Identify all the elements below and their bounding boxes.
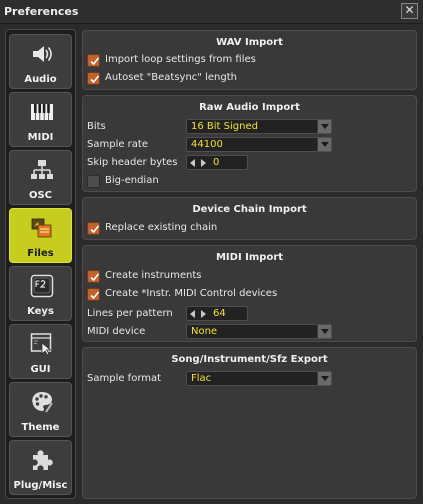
title-bar: Preferences ✕ (0, 0, 423, 24)
window-cursor-icon (30, 333, 52, 356)
sidebar-item-files[interactable]: Files (9, 208, 72, 263)
export-panel: Song/Instrument/Sfz Export Sample format… (82, 347, 417, 499)
chevron-down-icon (321, 142, 329, 147)
panel-title: WAV Import (216, 37, 283, 48)
checkmark-icon (90, 57, 100, 66)
midi-import-panel: MIDI Import Create instruments Create *I… (82, 245, 417, 342)
skip-header-label: Skip header bytes (87, 157, 178, 168)
dropdown-arrow[interactable] (317, 138, 331, 151)
device-chain-import-panel: Device Chain Import Replace existing cha… (82, 197, 417, 240)
big-endian-checkbox[interactable] (87, 175, 100, 188)
sidebar-item-label: Plug/Misc (13, 480, 68, 491)
dropdown-arrow[interactable] (317, 325, 331, 338)
chevron-down-icon (321, 124, 329, 129)
chevron-down-icon (321, 329, 329, 334)
sample-rate-dropdown[interactable]: 44100 (186, 137, 332, 152)
dropdown-value: 44100 (191, 139, 223, 150)
checkmark-icon (90, 75, 100, 84)
checkbox-label: Create *Instr. MIDI Control devices (105, 288, 278, 299)
checkmark-icon (90, 291, 100, 300)
checkbox-label: Autoset "Beatsync" length (105, 72, 237, 83)
panel-title: MIDI Import (215, 252, 284, 263)
sidebar-item-plug-misc[interactable]: Plug/Misc (9, 440, 72, 495)
dropdown-value: None (191, 326, 218, 337)
sidebar-item-osc[interactable]: OSC (9, 150, 72, 205)
panel-title: Song/Instrument/Sfz Export (171, 354, 328, 365)
sidebar-item-label: Theme (21, 422, 60, 433)
sidebar-item-audio[interactable]: Audio (9, 34, 72, 89)
puzzle-icon (33, 450, 53, 470)
decrement-increment-icon[interactable] (190, 310, 206, 318)
checkbox-label: Import loop settings from files (105, 54, 256, 65)
checkmark-icon (90, 273, 100, 282)
dropdown-arrow[interactable] (317, 372, 331, 385)
sidebar-item-label: GUI (30, 364, 51, 375)
dropdown-value: Flac (191, 373, 212, 384)
sample-format-dropdown[interactable]: Flac (186, 371, 332, 386)
window-title: Preferences (4, 5, 79, 18)
f2-key-icon (30, 274, 54, 298)
spinner-value: 64 (213, 308, 226, 319)
lines-per-pattern-label: Lines per pattern (87, 308, 173, 319)
sidebar-item-label: OSC (28, 190, 53, 201)
network-tree-icon (31, 160, 53, 179)
sidebar-item-theme[interactable]: Theme (9, 382, 72, 437)
sidebar-item-label: Keys (27, 306, 54, 317)
category-sidebar: Audio MIDI OSC Files Keys GUI Theme Plug… (5, 29, 76, 499)
sidebar-item-gui[interactable]: GUI (9, 324, 72, 379)
bits-label: Bits (87, 121, 106, 132)
checkbox-label: Replace existing chain (105, 222, 218, 233)
sidebar-item-keys[interactable]: Keys (9, 266, 72, 321)
sample-format-label: Sample format (87, 373, 162, 384)
create-instr-midi-checkbox[interactable] (87, 288, 100, 301)
chevron-down-icon (321, 376, 329, 381)
midi-device-dropdown[interactable]: None (186, 324, 332, 339)
panel-title: Device Chain Import (192, 204, 307, 215)
bits-dropdown[interactable]: 16 Bit Signed (186, 119, 332, 134)
close-button[interactable]: ✕ (401, 3, 418, 19)
import-loop-settings-checkbox[interactable] (87, 54, 100, 67)
sidebar-item-label: Files (27, 248, 54, 259)
sample-rate-label: Sample rate (87, 139, 148, 150)
sidebar-item-midi[interactable]: MIDI (9, 92, 72, 147)
dropdown-arrow[interactable] (317, 120, 331, 133)
raw-audio-import-panel: Raw Audio Import Bits 16 Bit Signed Samp… (82, 95, 417, 192)
piano-keys-icon (31, 104, 53, 120)
sidebar-item-label: Audio (24, 74, 57, 85)
decrement-increment-icon[interactable] (190, 159, 206, 167)
panel-title: Raw Audio Import (199, 102, 300, 113)
wav-import-panel: WAV Import Import loop settings from fil… (82, 30, 417, 90)
dropdown-value: 16 Bit Signed (191, 121, 258, 132)
spinner-value: 0 (213, 157, 220, 168)
lines-per-pattern-spinner[interactable]: 64 (186, 306, 248, 321)
replace-existing-chain-checkbox[interactable] (87, 222, 100, 235)
close-icon: ✕ (404, 3, 415, 17)
checkbox-label: Create instruments (105, 270, 202, 281)
folder-stack-icon (31, 218, 52, 238)
autoset-beatsync-checkbox[interactable] (87, 72, 100, 85)
skip-header-spinner[interactable]: 0 (186, 155, 248, 170)
checkbox-label: Big-endian (105, 175, 159, 186)
create-instruments-checkbox[interactable] (87, 270, 100, 283)
speaker-icon (33, 46, 52, 62)
palette-icon (32, 392, 53, 413)
midi-device-label: MIDI device (87, 326, 146, 337)
checkmark-icon (90, 225, 100, 234)
sidebar-item-label: MIDI (27, 132, 54, 143)
